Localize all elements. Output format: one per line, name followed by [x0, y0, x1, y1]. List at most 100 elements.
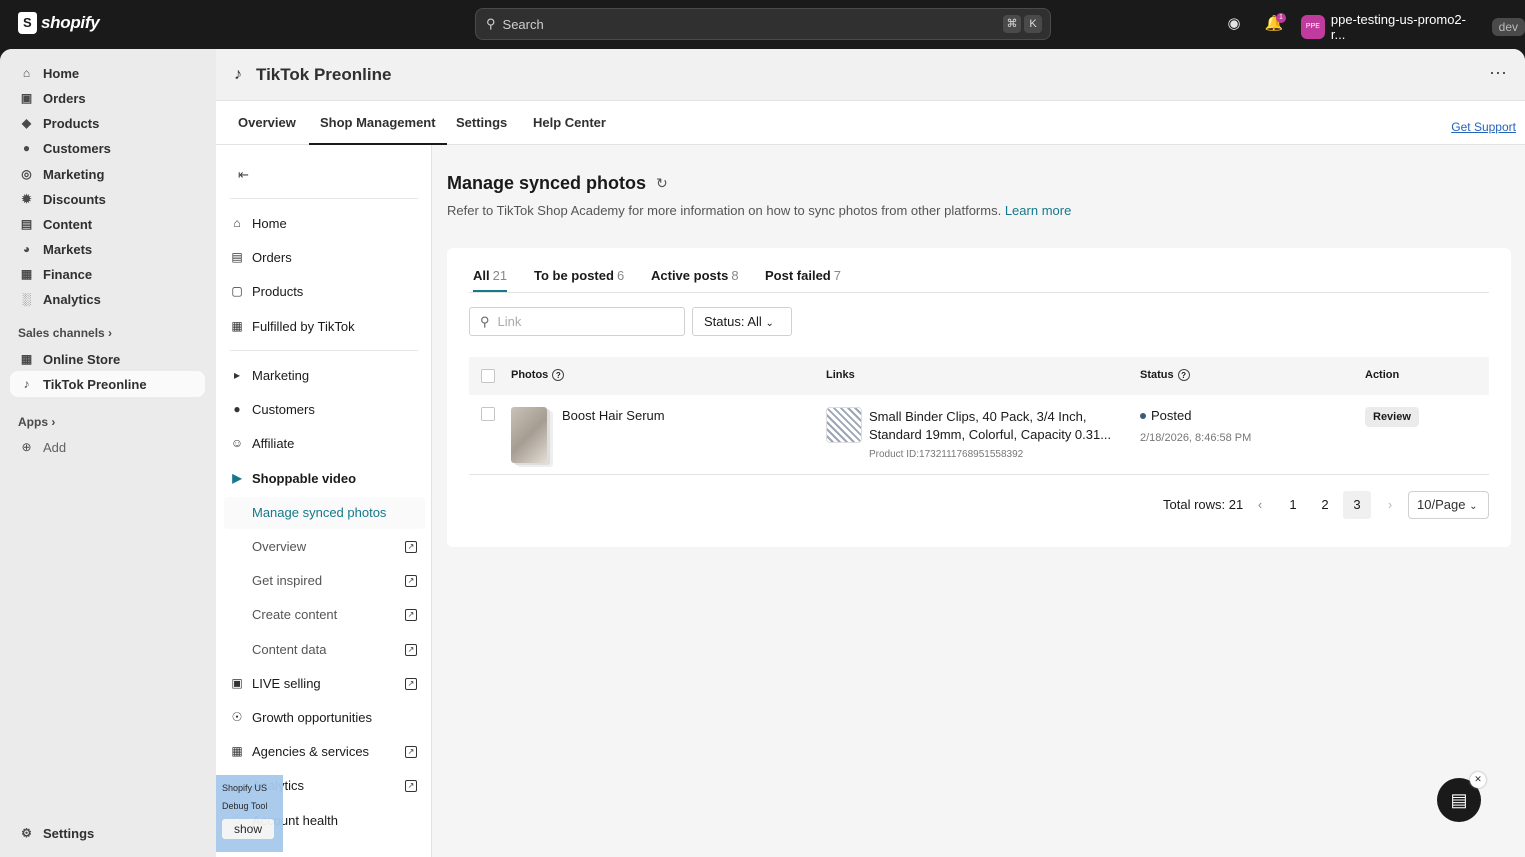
- store-switcher[interactable]: PPE ppe-testing-us-promo2-r... dev: [1301, 12, 1525, 42]
- tab-overview[interactable]: Overview: [227, 101, 307, 145]
- external-link-icon: ↗: [405, 746, 417, 758]
- sales-channels-heading[interactable]: Sales channels ›: [18, 326, 112, 340]
- nav-discounts[interactable]: ✹ Discounts: [10, 186, 205, 212]
- nav-marketing[interactable]: ◎ Marketing: [10, 161, 205, 187]
- tab-shop-management[interactable]: Shop Management: [309, 101, 447, 145]
- megaphone-icon: ▸: [233, 368, 241, 382]
- side-manage-synced-photos[interactable]: Manage synced photos: [224, 497, 425, 529]
- close-icon[interactable]: ✕: [1470, 772, 1486, 788]
- inbox-icon: ▣: [20, 90, 33, 105]
- status-dot: [1140, 412, 1146, 419]
- side-create-content[interactable]: Create content: [252, 607, 337, 622]
- total-rows: Total rows: 21: [1163, 497, 1244, 512]
- nav-online-store[interactable]: ▦ Online Store: [10, 346, 205, 372]
- nav-orders[interactable]: ▣ Orders: [10, 85, 205, 111]
- side-growth[interactable]: ☉ Growth opportunities: [230, 702, 425, 732]
- collapse-icon[interactable]: ⇤: [238, 167, 249, 183]
- kbd-cmd: ⌘: [1003, 15, 1021, 33]
- photo-thumbnail[interactable]: [511, 407, 547, 463]
- chevron-right-icon[interactable]: ›: [1383, 491, 1397, 519]
- link-search-input[interactable]: ⚲ Link: [469, 307, 685, 336]
- tab-settings[interactable]: Settings: [445, 101, 518, 145]
- tiktok-icon: ♪: [23, 376, 30, 391]
- side-agencies[interactable]: ▦ Agencies & services: [230, 736, 425, 766]
- shopify-logo[interactable]: shopify: [18, 12, 100, 34]
- nav-tiktok[interactable]: ♪ TikTok Preonline: [10, 371, 205, 397]
- product-title[interactable]: Small Binder Clips, 40 Pack, 3/4 Inch, St…: [869, 408, 1111, 444]
- app-tabs: Overview Shop Management Settings Help C…: [216, 101, 1525, 145]
- tab-help-center[interactable]: Help Center: [522, 101, 617, 145]
- learn-more-link[interactable]: Learn more: [1005, 203, 1071, 218]
- medal-icon: ☉: [231, 710, 243, 724]
- side-content-data[interactable]: Content data: [252, 642, 326, 657]
- side-orders[interactable]: ▤ Orders: [230, 242, 425, 272]
- status-filter[interactable]: Status: All ⌄: [692, 307, 792, 336]
- env-badge: dev: [1491, 18, 1525, 36]
- side-live-selling[interactable]: ▣ LIVE selling: [230, 668, 425, 698]
- chevron-down-icon: ⌄: [765, 318, 774, 329]
- side-affiliate[interactable]: ☺ Affiliate: [230, 428, 425, 458]
- chevron-left-icon[interactable]: ‹: [1253, 491, 1267, 519]
- more-actions-icon[interactable]: ⋯: [1489, 63, 1507, 84]
- grid-icon: ▦: [231, 744, 243, 758]
- users-icon: ●: [233, 402, 241, 416]
- page-3[interactable]: 3: [1343, 491, 1371, 519]
- help-icon[interactable]: ?: [1177, 369, 1190, 382]
- side-home[interactable]: ⌂ Home: [230, 208, 425, 238]
- nav-add-app[interactable]: ⊕ Add: [10, 434, 205, 460]
- review-button[interactable]: Review: [1365, 407, 1419, 427]
- nav-customers[interactable]: ● Customers: [10, 135, 205, 161]
- page-2[interactable]: 2: [1311, 491, 1339, 519]
- admin-frame: ⌂ Home ▣ Orders ◆ Products ● Customers ◎ Mark…: [0, 49, 1525, 857]
- debug-line-1: Shopify US: [222, 783, 268, 793]
- side-customers[interactable]: ● Customers: [230, 394, 425, 424]
- per-page-select[interactable]: 10/Page ⌄: [1408, 491, 1489, 519]
- warehouse-icon: ▦: [231, 319, 243, 333]
- filter-tab-all[interactable]: All 21: [473, 268, 508, 292]
- filter-tab-to-be-posted[interactable]: To be posted 6: [534, 268, 624, 283]
- col-links: Links: [826, 369, 855, 381]
- nav-content[interactable]: ▤ Content: [10, 211, 205, 237]
- app-sidebar: ⇤ ⌂ Home ▤ Orders ▢ Products ▦ Fulfilled by …: [216, 145, 432, 857]
- debug-tool: Shopify US Debug Tool show: [216, 775, 283, 852]
- page-1[interactable]: 1: [1279, 491, 1307, 519]
- side-fulfilled[interactable]: ▦ Fulfilled by TikTok: [230, 311, 425, 341]
- nav-markets[interactable]: ◕ Markets: [10, 236, 205, 262]
- search-bar[interactable]: ⚲ Search ⌘ K: [475, 8, 1051, 40]
- side-products[interactable]: ▢ Products: [230, 276, 425, 306]
- filter-tab-active-posts[interactable]: Active posts 8: [651, 268, 739, 283]
- nav-finance[interactable]: ▦ Finance: [10, 261, 205, 287]
- page-description: Refer to TikTok Shop Academy for more in…: [447, 203, 1072, 218]
- tabs-divider: [469, 292, 1489, 293]
- kbd-k: K: [1024, 15, 1042, 33]
- globe-icon: ◕: [22, 241, 31, 256]
- sidekick-icon[interactable]: ◉: [1224, 14, 1244, 34]
- nav-settings[interactable]: ⚙ Settings: [10, 820, 205, 846]
- status-badge: Posted: [1140, 408, 1191, 423]
- external-link-icon: ↗: [405, 780, 417, 792]
- content-icon: ▤: [20, 216, 33, 231]
- refresh-icon[interactable]: ↻: [656, 175, 668, 192]
- get-support-link[interactable]: Get Support: [1451, 120, 1516, 134]
- external-link-icon: ↗: [405, 644, 417, 656]
- side-marketing[interactable]: ▸ Marketing: [230, 360, 425, 390]
- home-icon: ⌂: [22, 65, 31, 80]
- help-icon[interactable]: ?: [552, 369, 565, 382]
- row-checkbox[interactable]: [481, 407, 495, 421]
- external-link-icon: ↗: [405, 609, 417, 621]
- side-shoppable-video[interactable]: ▶ Shoppable video: [230, 463, 425, 493]
- affiliate-icon: ☺: [230, 436, 244, 450]
- bank-icon: ▦: [20, 266, 33, 281]
- avatar: PPE: [1301, 15, 1325, 39]
- select-all-checkbox[interactable]: [481, 369, 495, 383]
- photos-card: All 21 To be posted 6 Active posts 8 Post f…: [447, 248, 1511, 547]
- side-get-inspired[interactable]: Get inspired: [252, 573, 322, 588]
- nav-home[interactable]: ⌂ Home: [10, 60, 205, 86]
- side-sub-overview[interactable]: Overview: [252, 539, 306, 554]
- nav-products[interactable]: ◆ Products: [10, 110, 205, 136]
- nav-analytics[interactable]: ░ Analytics: [10, 286, 205, 312]
- debug-show-button[interactable]: show: [222, 819, 274, 839]
- filter-tab-post-failed[interactable]: Post failed 7: [765, 268, 841, 283]
- apps-heading[interactable]: Apps ›: [18, 415, 55, 429]
- product-thumbnail: [826, 407, 862, 443]
